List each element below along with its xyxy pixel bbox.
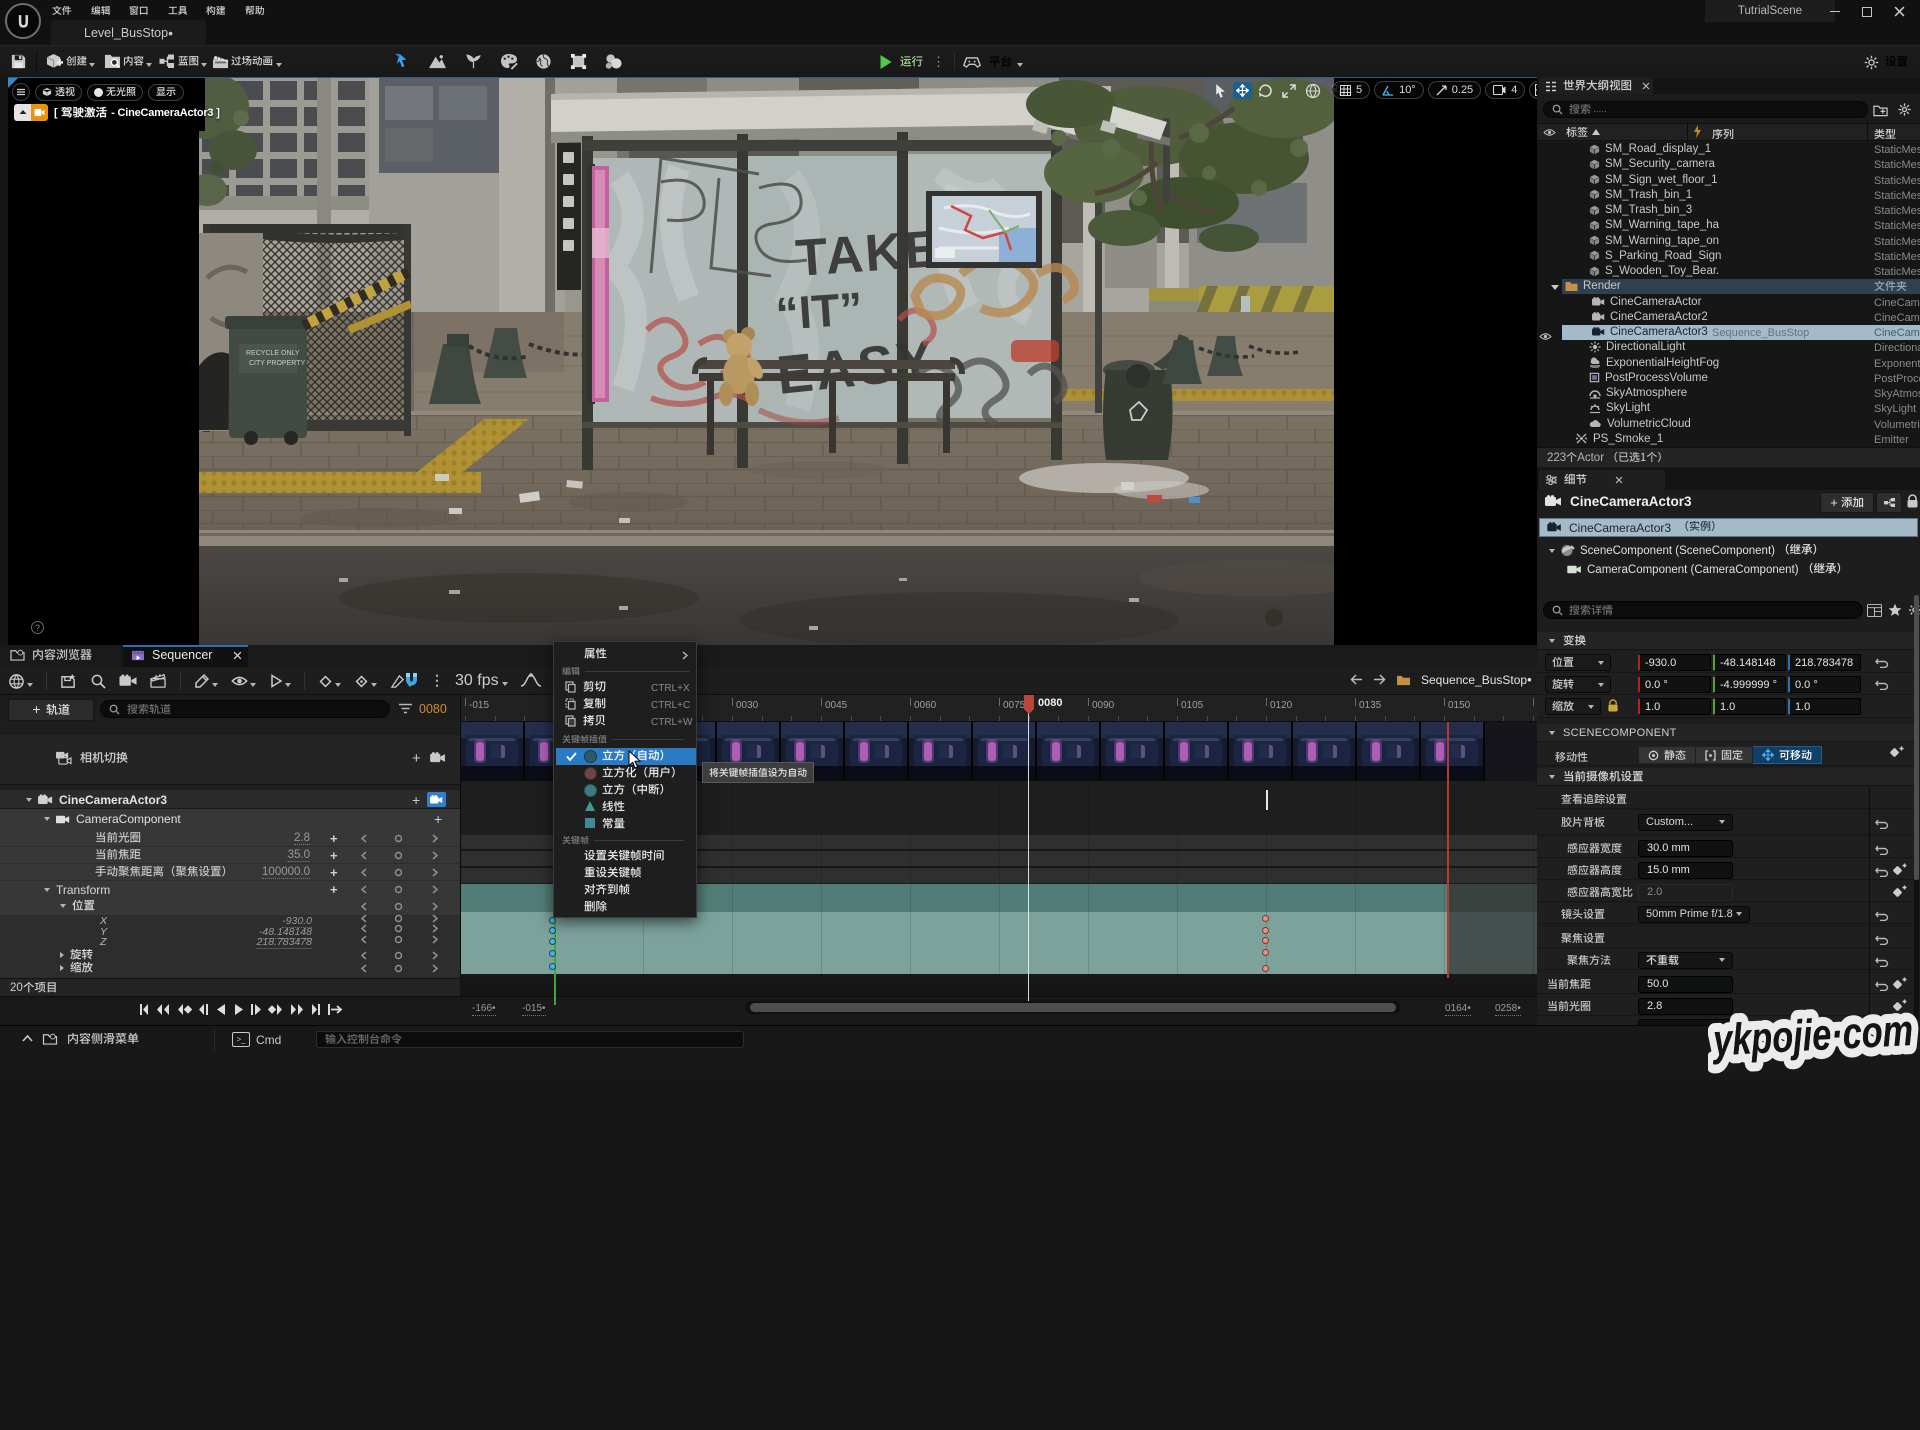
- svg-text:ykpojie·com: ykpojie·com: [1710, 1006, 1914, 1065]
